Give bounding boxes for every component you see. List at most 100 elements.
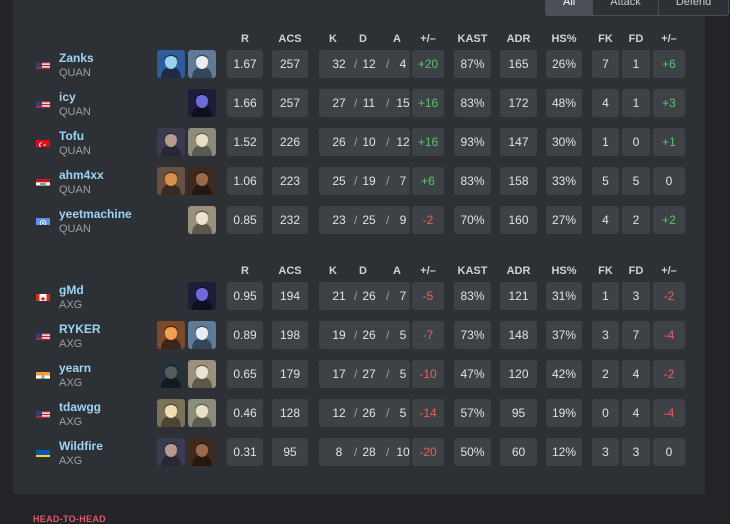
player-name-link[interactable]: icy	[59, 90, 76, 104]
kda-cell: 25197//	[319, 167, 410, 195]
player-name-link[interactable]: RYKER	[59, 322, 101, 336]
side-filter: All Attack Defend	[545, 0, 729, 16]
player-name-link[interactable]: Zanks	[59, 51, 94, 65]
kda-separator: /	[354, 360, 357, 388]
player-name-link[interactable]: yearn	[59, 361, 91, 375]
adr-cell: 165	[500, 50, 537, 78]
kda-cell: 261012//	[319, 128, 410, 156]
assists-value: 15	[393, 89, 413, 117]
jett-portrait-icon	[188, 50, 216, 78]
player-name-link[interactable]: tdawgg	[59, 400, 101, 414]
fd-cell: 4	[622, 360, 650, 388]
hs-cell: 31%	[546, 282, 582, 310]
kda-separator: /	[386, 50, 389, 78]
filter-all-button[interactable]: All	[546, 0, 592, 15]
flag-us-icon	[36, 408, 50, 418]
flag-tr-icon	[36, 137, 50, 147]
kills-value: 23	[329, 206, 349, 234]
player-name-link[interactable]: Wildfire	[59, 439, 103, 453]
pm-cell: +16	[412, 89, 444, 117]
player-name-link[interactable]: gMd	[59, 283, 84, 297]
kills-value: 8	[329, 438, 349, 466]
hs-cell: 48%	[546, 89, 582, 117]
flag-ca-icon	[36, 291, 50, 301]
player-team-tag: QUAN	[59, 184, 91, 196]
kayo-portrait-icon	[157, 321, 185, 349]
filter-defend-button[interactable]: Defend	[658, 0, 728, 15]
hs-cell: 26%	[546, 50, 582, 78]
r-cell: 0.89	[227, 321, 263, 349]
hs-cell: 30%	[546, 128, 582, 156]
fk-cell: 4	[592, 89, 619, 117]
r-cell: 0.46	[227, 399, 263, 427]
agent-icons	[157, 399, 217, 427]
cypher-portrait-icon	[188, 206, 216, 234]
adr-cell: 121	[500, 282, 537, 310]
kda-separator: /	[386, 321, 389, 349]
deaths-value: 26	[359, 282, 379, 310]
kills-value: 21	[329, 282, 349, 310]
kast-cell: 47%	[454, 360, 491, 388]
agent-icons	[157, 438, 217, 466]
phoenix-portrait-icon	[188, 438, 216, 466]
r-cell: 0.85	[227, 206, 263, 234]
kast-cell: 93%	[454, 128, 491, 156]
r-cell: 0.95	[227, 282, 263, 310]
adr-cell: 147	[500, 128, 537, 156]
astra-portrait-icon	[157, 438, 185, 466]
kda-separator: /	[354, 206, 357, 234]
head-to-head-heading: HEAD-TO-HEAD	[33, 514, 106, 524]
kast-cell: 83%	[454, 89, 491, 117]
kast-cell: 83%	[454, 167, 491, 195]
hs-cell: 42%	[546, 360, 582, 388]
player-row: yearnAXG17275//0.65179-1047%12042%24-2	[13, 355, 705, 394]
phoenix-portrait-icon	[188, 167, 216, 195]
hs-cell: 27%	[546, 206, 582, 234]
player-row: icyQUAN271115//1.66257+1683%17248%41+3	[13, 84, 705, 123]
player-team-tag: QUAN	[59, 67, 91, 79]
assists-value: 5	[393, 321, 413, 349]
deaths-value: 25	[359, 206, 379, 234]
fpm-cell: -2	[653, 282, 685, 310]
pm-cell: +6	[412, 167, 444, 195]
kda-separator: /	[386, 167, 389, 195]
fd-cell: 3	[622, 438, 650, 466]
pm-cell: -7	[412, 321, 444, 349]
player-team-tag: QUAN	[59, 106, 91, 118]
player-name-link[interactable]: yeetmachine	[59, 207, 132, 221]
kda-separator: /	[386, 89, 389, 117]
cypher-portrait-icon	[188, 360, 216, 388]
adr-cell: 158	[500, 167, 537, 195]
fd-cell: 3	[622, 282, 650, 310]
kills-value: 32	[329, 50, 349, 78]
adr-cell: 120	[500, 360, 537, 388]
player-row: TofuQUAN261012//1.52226+1693%14730%10+1	[13, 123, 705, 162]
pm-cell: -5	[412, 282, 444, 310]
player-name-link[interactable]: Tofu	[59, 129, 84, 143]
kills-value: 17	[329, 360, 349, 388]
deaths-value: 26	[359, 321, 379, 349]
adr-cell: 148	[500, 321, 537, 349]
kda-separator: /	[354, 50, 357, 78]
fd-cell: 0	[622, 128, 650, 156]
fpm-cell: +6	[653, 50, 685, 78]
r-cell: 1.52	[227, 128, 263, 156]
astra-portrait-icon	[157, 128, 185, 156]
player-row: ahm4xxQUAN25197//1.06223+683%15833%550	[13, 162, 705, 201]
kda-separator: /	[386, 128, 389, 156]
pm-cell: -10	[412, 360, 444, 388]
acs-cell: 198	[272, 321, 308, 349]
fk-cell: 4	[592, 206, 619, 234]
filter-attack-button[interactable]: Attack	[592, 0, 658, 15]
acs-cell: 226	[272, 128, 308, 156]
fd-cell: 1	[622, 89, 650, 117]
acs-cell: 128	[272, 399, 308, 427]
kda-cell: 19265//	[319, 321, 410, 349]
fpm-cell: -2	[653, 360, 685, 388]
player-row: ZanksQUAN32124//1.67257+2087%16526%71+6	[13, 45, 705, 84]
adr-cell: 60	[500, 438, 537, 466]
assists-value: 9	[393, 206, 413, 234]
deaths-value: 10	[359, 128, 379, 156]
player-name-link[interactable]: ahm4xx	[59, 168, 104, 182]
deaths-value: 19	[359, 167, 379, 195]
